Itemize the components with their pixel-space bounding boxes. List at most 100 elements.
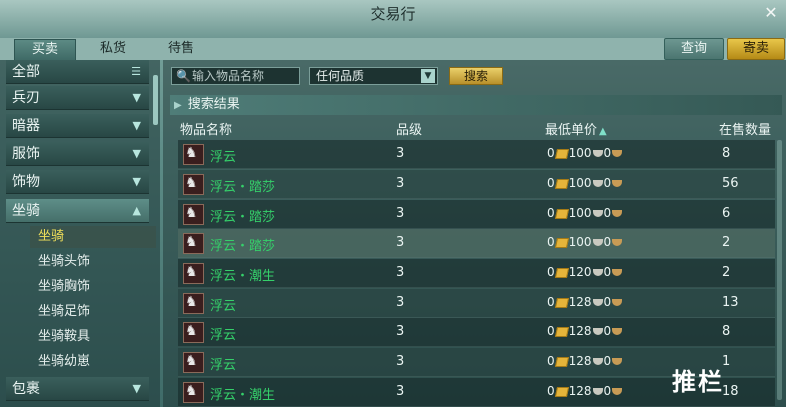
column-header-name[interactable]: 物品名称 [180,119,232,138]
subcategory-mount-head[interactable]: 坐骑头饰 [38,251,90,273]
silver-icon [592,269,603,276]
table-row[interactable]: ♞ 浮云・踏莎 3 0 100 0 2 [178,229,775,258]
item-name: 浮云 [210,328,237,343]
gold-icon [554,178,569,189]
copper-amount: 0 [603,295,612,309]
table-row[interactable]: ♞ 浮云 3 0 100 0 8 [178,140,775,169]
search-input[interactable]: 🔍 输入物品名称 [171,67,300,85]
item-price: 0 120 0 [547,265,623,279]
silver-amount: 128 [568,354,592,368]
quality-select[interactable]: 任何品质 ▼ [309,67,438,85]
column-header-label: 在售数量 [719,123,772,138]
silver-icon [592,299,603,306]
horse-icon: ♞ [183,293,204,314]
column-header-label: 品级 [396,123,423,138]
column-header-level[interactable]: 品级 [396,119,422,138]
copper-amount: 0 [603,206,612,220]
item-price: 0 100 0 [547,176,623,190]
tab-private[interactable]: 私货 [84,39,142,59]
quality-value: 任何品质 [316,69,365,83]
horse-icon: ♞ [183,322,204,343]
search-icon: 🔍 [176,69,191,83]
category-accessories[interactable]: 饰物 ▼ [6,170,149,194]
gold-icon [554,237,569,248]
copper-amount: 0 [603,324,612,338]
item-level: 3 [396,384,405,399]
silver-icon [592,358,603,365]
item-level: 3 [396,295,405,310]
search-button[interactable]: 搜索 [449,67,503,85]
category-hidden-weapons[interactable]: 暗器 ▼ [6,114,149,138]
item-level: 3 [396,265,405,280]
sidebar-scrollbar[interactable] [153,75,158,125]
subcategory-mount[interactable]: 坐骑 [30,226,156,248]
table-row[interactable]: ♞ 浮云 3 0 128 0 13 [178,289,775,318]
category-label: 饰物 [12,174,40,190]
table-row[interactable]: ♞ 浮云・踏莎 3 0 100 0 56 [178,170,775,199]
column-header-label: 物品名称 [180,123,233,138]
copper-icon [612,150,623,157]
copper-icon [612,239,623,246]
category-label: 全部 [12,64,40,80]
silver-icon [592,180,603,187]
item-level: 3 [396,146,405,161]
silver-amount: 100 [568,206,592,220]
item-price: 0 100 0 [547,146,623,160]
item-name: 浮云 [210,150,237,165]
subcategory-mount-feet[interactable]: 坐骑足饰 [38,301,90,323]
results-scrollbar[interactable] [777,140,782,400]
subcategory-mount-saddle[interactable]: 坐骑鞍具 [38,326,90,348]
chevron-down-icon: ▼ [132,382,141,395]
silver-icon [592,328,603,335]
column-header-price[interactable]: 最低单价 ▲ [545,119,607,138]
silver-icon [592,388,603,395]
item-quantity: 56 [722,176,739,191]
item-price: 0 128 0 [547,384,623,398]
item-quantity: 8 [722,324,731,339]
table-row[interactable]: ♞ 浮云・踏莎 3 0 100 0 6 [178,200,775,229]
item-name: 浮云・潮生 [210,269,276,284]
silver-amount: 100 [568,235,592,249]
chevron-down-icon: ▼ [132,119,141,132]
copper-amount: 0 [603,235,612,249]
table-row[interactable]: ♞ 浮云 3 0 128 0 8 [178,318,775,347]
chevron-up-icon: ▲ [132,204,141,217]
category-weapons[interactable]: 兵刃 ▼ [6,86,149,110]
category-bags[interactable]: 包裹 ▼ [6,377,149,401]
subcategory-mount-chest[interactable]: 坐骑胸饰 [38,276,90,298]
item-level: 3 [396,206,405,221]
horse-icon: ♞ [183,382,204,403]
horse-icon: ♞ [183,204,204,225]
category-all[interactable]: 全部 ☰ [6,60,149,84]
category-apparel[interactable]: 服饰 ▼ [6,142,149,166]
dropdown-arrow-icon: ▼ [421,69,435,83]
gold-icon [554,297,569,308]
gold-amount: 0 [547,206,555,220]
column-header-quantity[interactable]: 在售数量 [719,119,771,138]
copper-amount: 0 [603,176,612,190]
gold-amount: 0 [547,265,555,279]
category-mounts[interactable]: 坐骑 ▲ [6,199,149,223]
copper-icon [612,210,623,217]
item-price: 0 100 0 [547,206,623,220]
title-bar: 交易行 ✕ [0,0,786,38]
tab-pending[interactable]: 待售 [150,39,212,59]
copper-amount: 0 [603,146,612,160]
item-price: 0 128 0 [547,324,623,338]
gold-icon [554,148,569,159]
gold-amount: 0 [547,384,555,398]
silver-amount: 120 [568,265,592,279]
consign-button[interactable]: 寄卖 [727,38,785,60]
subcategory-mount-foal[interactable]: 坐骑幼崽 [38,351,90,373]
item-quantity: 2 [722,235,731,250]
query-button[interactable]: 查询 [664,38,724,60]
close-icon[interactable]: ✕ [762,4,780,22]
item-price: 0 100 0 [547,235,623,249]
window-title: 交易行 [370,5,416,23]
table-row[interactable]: ♞ 浮云・潮生 3 0 120 0 2 [178,259,775,288]
tab-buy-sell[interactable]: 买卖 [14,39,76,61]
chevron-down-icon: ▼ [132,175,141,188]
copper-amount: 0 [603,354,612,368]
copper-icon [612,180,623,187]
silver-amount: 128 [568,324,592,338]
